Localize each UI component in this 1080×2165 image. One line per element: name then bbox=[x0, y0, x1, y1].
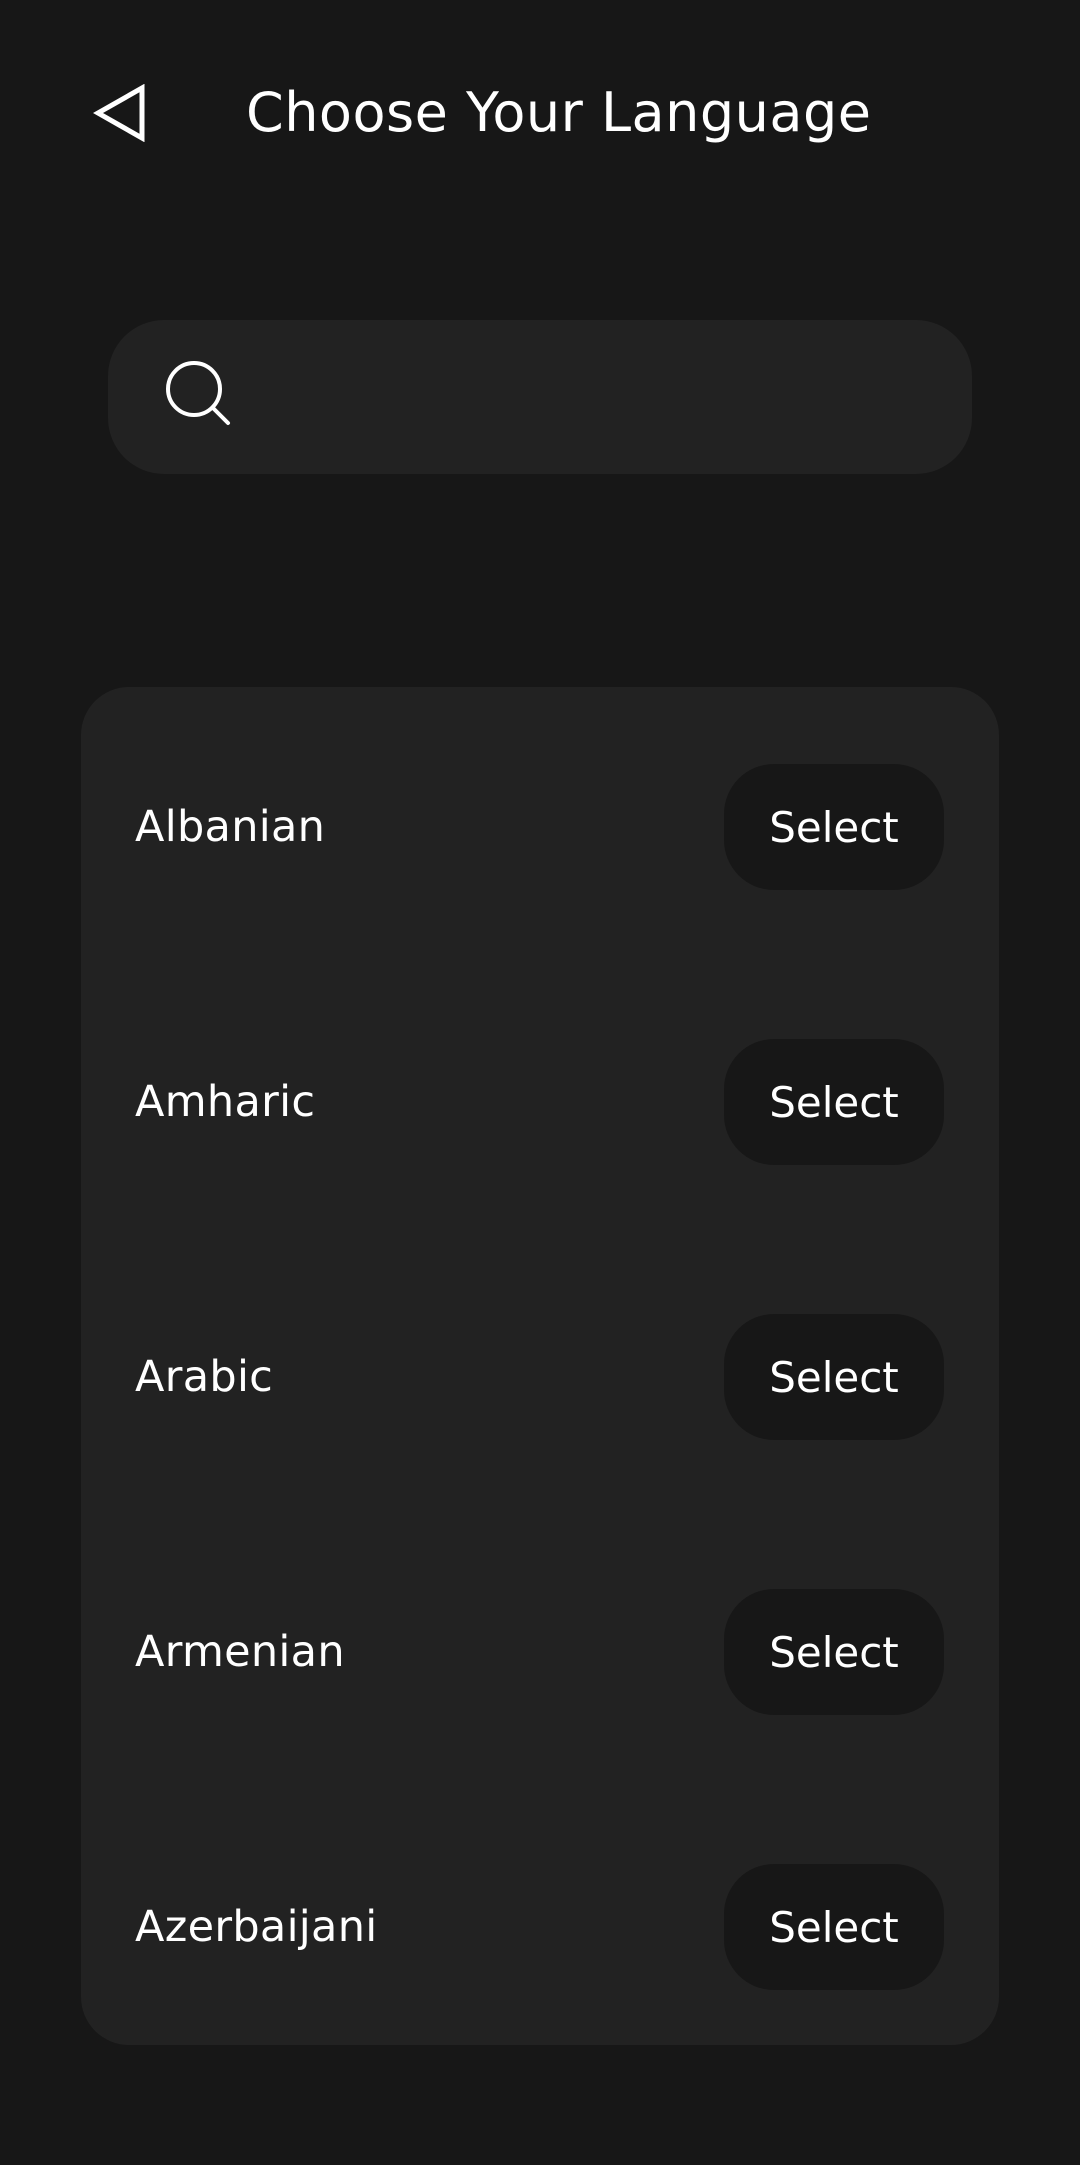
language-label: Armenian bbox=[135, 1627, 345, 1677]
search-icon bbox=[166, 361, 238, 433]
list-item: Armenian Select bbox=[81, 1589, 999, 1715]
search-input[interactable] bbox=[260, 320, 932, 474]
select-button[interactable]: Select bbox=[724, 1589, 944, 1715]
back-triangle-icon bbox=[93, 84, 147, 142]
language-list: Albanian Select Amharic Select Arabic Se… bbox=[81, 687, 999, 2045]
page-title: Choose Your Language bbox=[246, 81, 872, 144]
select-button[interactable]: Select bbox=[724, 764, 944, 890]
select-button[interactable]: Select bbox=[724, 1039, 944, 1165]
list-item: Arabic Select bbox=[81, 1314, 999, 1440]
language-label: Albanian bbox=[135, 802, 326, 852]
top-bar: Choose Your Language bbox=[0, 0, 1080, 230]
language-label: Arabic bbox=[135, 1352, 274, 1402]
language-label: Amharic bbox=[135, 1077, 316, 1127]
back-button[interactable] bbox=[88, 78, 152, 148]
select-button[interactable]: Select bbox=[724, 1864, 944, 1990]
list-item: Azerbaijani Select bbox=[81, 1864, 999, 1990]
search-bar[interactable] bbox=[108, 320, 972, 474]
list-item: Amharic Select bbox=[81, 1039, 999, 1165]
list-item: Albanian Select bbox=[81, 764, 999, 890]
language-label: Azerbaijani bbox=[135, 1902, 378, 1952]
select-button[interactable]: Select bbox=[724, 1314, 944, 1440]
